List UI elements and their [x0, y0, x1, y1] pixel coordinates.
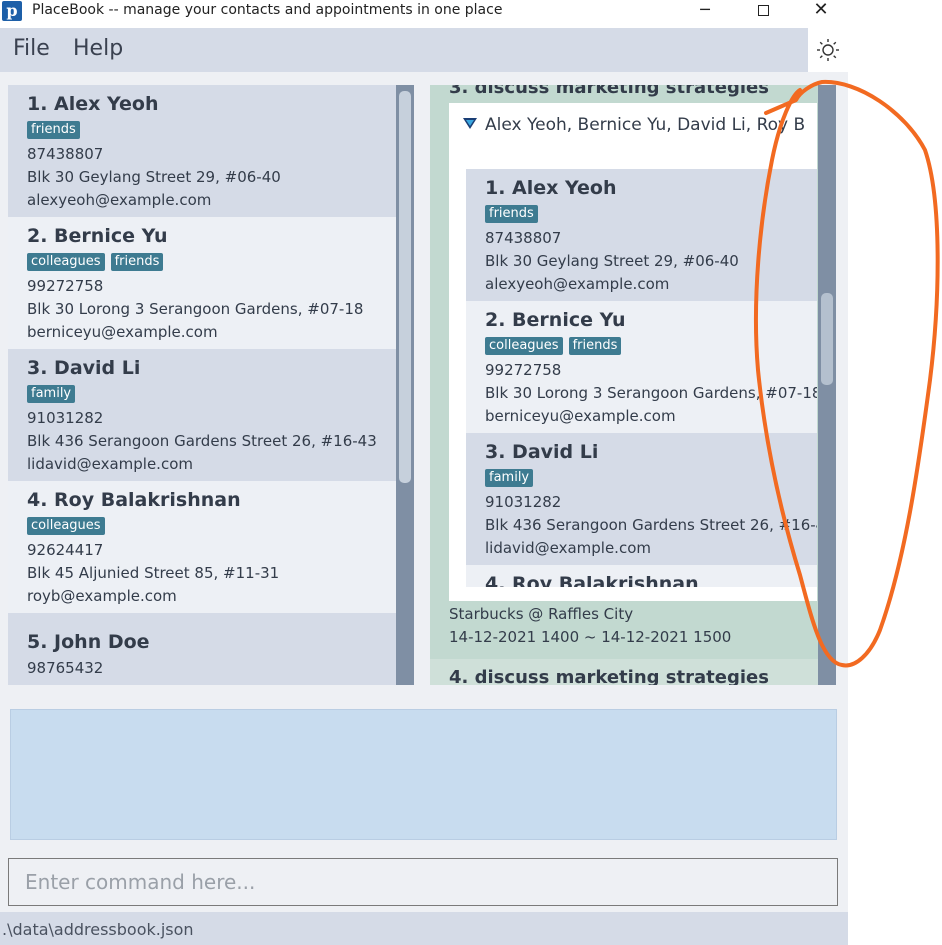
appointment-title: 4. discuss marketing strategies — [449, 667, 769, 685]
theme-toggle-button[interactable] — [808, 28, 848, 72]
attendee-card[interactable]: 1. Alex Yeoh friends 87438807 Blk 30 Gey… — [466, 169, 817, 301]
person-tags: family — [485, 467, 817, 491]
command-box-area — [0, 852, 848, 912]
person-list-scroll-thumb[interactable] — [399, 91, 411, 483]
person-card[interactable]: 2. Bernice Yu colleagues friends 99272758… — [8, 217, 396, 349]
person-list-panel[interactable]: 1. Alex Yeoh friends 87438807 Blk 30 Gey… — [8, 85, 414, 685]
person-email: berniceyu@example.com — [27, 323, 218, 341]
result-display-area — [0, 700, 848, 852]
person-tags: colleagues friends — [485, 335, 817, 359]
person-tags: friends — [27, 119, 396, 143]
person-name: 3. David Li — [485, 441, 599, 463]
appointment-list-panel[interactable]: 3. discuss marketing strategies Alex Yeo… — [430, 85, 836, 685]
result-display — [10, 709, 837, 840]
person-tags: colleagues friends — [27, 251, 396, 275]
person-email: alexyeoh@example.com — [27, 191, 212, 209]
person-phone: 87438807 — [27, 145, 104, 163]
person-address: Blk 45 Aljunied Street 85, #11-31 — [27, 564, 280, 582]
person-phone: 99272758 — [485, 361, 562, 379]
person-phone: 87438807 — [485, 229, 562, 247]
tag-badge: friends — [485, 205, 538, 223]
main-area: 1. Alex Yeoh friends 87438807 Blk 30 Gey… — [0, 72, 848, 700]
tag-badge: colleagues — [485, 337, 563, 355]
person-email: royb@example.com — [27, 587, 177, 605]
maximize-icon — [757, 5, 769, 16]
status-bar: .\data\addressbook.json — [0, 912, 848, 945]
person-name: 1. Alex Yeoh — [27, 93, 159, 115]
app-logo: p — [2, 1, 22, 21]
person-address: Blk 436 Serangoon Gardens Street 26, #16… — [27, 432, 377, 450]
person-card[interactable]: 3. David Li family 91031282 Blk 436 Sera… — [8, 349, 396, 481]
tag-badge: colleagues — [27, 517, 105, 535]
title-bar: p PlaceBook -- manage your contacts and … — [0, 0, 848, 22]
attendees-names: Alex Yeoh, Bernice Yu, David Li, Roy B — [485, 115, 806, 135]
appointment-title: 3. discuss marketing strategies — [449, 85, 769, 98]
person-card[interactable]: 4. Roy Balakrishnan colleagues 92624417 … — [8, 481, 396, 613]
person-name: 2. Bernice Yu — [27, 225, 168, 247]
expand-triangle-icon — [463, 118, 477, 129]
person-tags: family — [27, 383, 396, 407]
person-address: Blk 436 Serangoon Gardens Street 26, #16… — [485, 516, 817, 534]
person-email: lidavid@example.com — [485, 539, 651, 557]
person-address: Blk 30 Lorong 3 Serangoon Gardens, #07-1… — [27, 300, 364, 318]
attendee-card[interactable]: 3. David Li family 91031282 Blk 436 Sera… — [466, 433, 817, 565]
person-phone: 91031282 — [485, 493, 562, 511]
person-address: Blk 30 Geylang Street 29, #06-40 — [485, 252, 739, 270]
person-phone: 92624417 — [27, 541, 104, 559]
attendee-card[interactable]: 2. Bernice Yu colleagues friends 99272758… — [466, 301, 817, 433]
appointment-list-scroll-thumb[interactable] — [821, 293, 833, 385]
maximize-button[interactable] — [740, 0, 786, 22]
person-name: 4. Roy Balakrishnan — [485, 573, 699, 587]
person-phone: 98765432 — [27, 659, 104, 677]
person-tags: colleagues — [27, 515, 396, 539]
person-card[interactable]: 1. Alex Yeoh friends 87438807 Blk 30 Gey… — [8, 85, 396, 217]
person-address: Blk 30 Lorong 3 Serangoon Gardens, #07-1… — [485, 384, 817, 402]
person-name: 3. David Li — [27, 357, 141, 379]
person-email: alexyeoh@example.com — [485, 275, 670, 293]
person-card[interactable]: 5. John Doe 98765432 — [8, 613, 396, 685]
menu-help[interactable]: Help — [73, 36, 123, 61]
person-name: 4. Roy Balakrishnan — [27, 489, 241, 511]
close-button[interactable]: ✕ — [798, 0, 844, 22]
person-phone: 91031282 — [27, 409, 104, 427]
tag-badge: friends — [110, 253, 164, 271]
menu-file[interactable]: File — [13, 36, 50, 61]
person-name: 5. John Doe — [27, 631, 150, 653]
window-title: PlaceBook -- manage your contacts and ap… — [32, 2, 503, 18]
sun-icon — [817, 39, 839, 61]
tag-badge: family — [27, 385, 76, 403]
save-location: .\data\addressbook.json — [2, 920, 194, 939]
appointment-time: 14-12-2021 1400 ~ 14-12-2021 1500 — [449, 628, 732, 646]
appointment-location: Starbucks @ Raffles City — [449, 605, 634, 623]
person-name: 1. Alex Yeoh — [485, 177, 617, 199]
attendee-card[interactable]: 4. Roy Balakrishnan — [466, 565, 817, 587]
tag-badge: colleagues — [27, 253, 105, 271]
person-tags: friends — [485, 203, 817, 227]
tag-badge: family — [485, 469, 534, 487]
next-appointment-card[interactable]: 4. discuss marketing strategies — [430, 659, 818, 685]
appointment-attendees-box[interactable]: Alex Yeoh, Bernice Yu, David Li, Roy B 1… — [449, 103, 817, 601]
menu-bar: File Help — [0, 28, 848, 72]
appointment-list-scrollbar[interactable] — [818, 85, 836, 685]
person-address: Blk 30 Geylang Street 29, #06-40 — [27, 168, 281, 186]
person-email: lidavid@example.com — [27, 455, 193, 473]
attendees-toggle[interactable]: Alex Yeoh, Bernice Yu, David Li, Roy B — [463, 115, 805, 135]
tag-badge: friends — [27, 121, 80, 139]
person-phone: 99272758 — [27, 277, 104, 295]
person-name: 2. Bernice Yu — [485, 309, 626, 331]
person-email: berniceyu@example.com — [485, 407, 676, 425]
minimize-button[interactable]: ─ — [682, 0, 728, 22]
command-input[interactable] — [8, 858, 838, 906]
tag-badge: friends — [568, 337, 622, 355]
placebook-window: p PlaceBook -- manage your contacts and … — [0, 0, 942, 945]
